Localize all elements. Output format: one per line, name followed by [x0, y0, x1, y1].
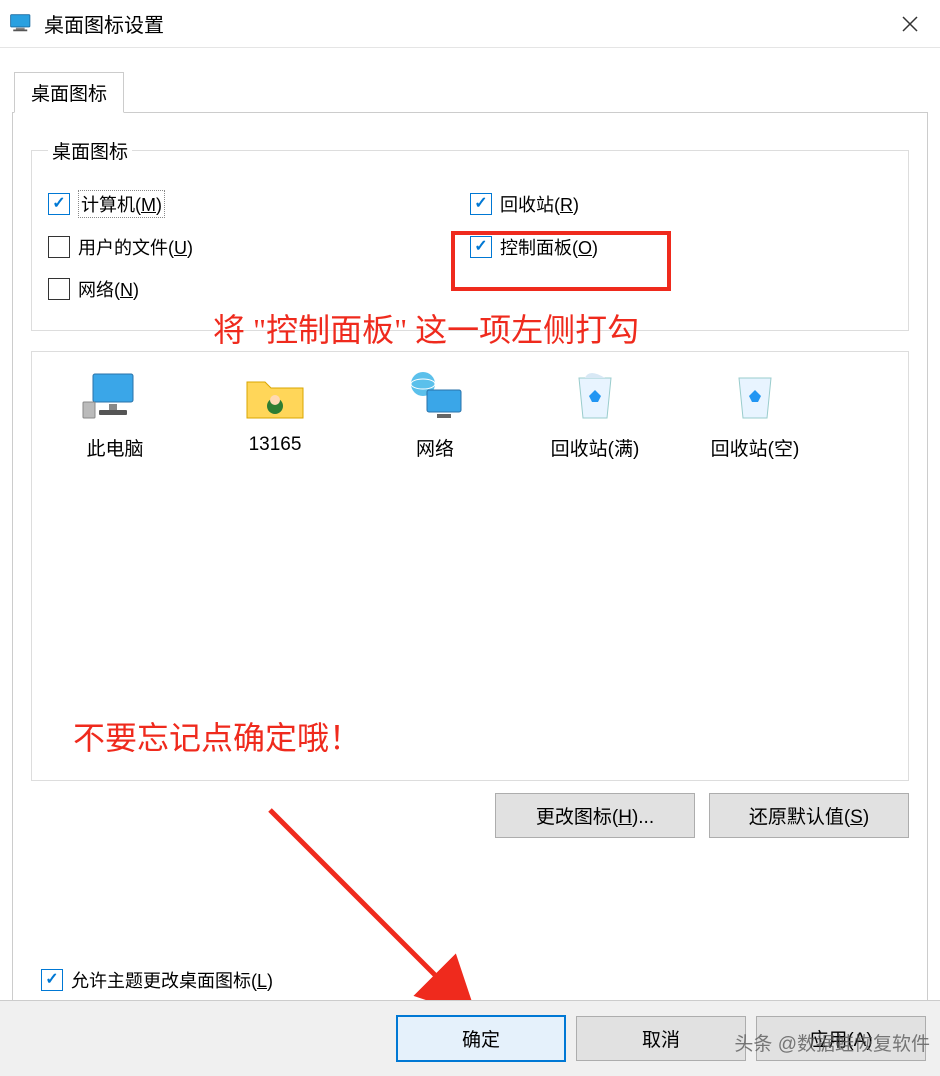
tabstrip: 桌面图标 — [14, 72, 940, 113]
icon-label: 13165 — [200, 434, 350, 456]
change-icon-button[interactable]: 更改图标(H)... — [495, 793, 695, 838]
cancel-button[interactable]: 取消 — [576, 1016, 746, 1061]
checkbox-icon — [41, 969, 63, 991]
checkbox-icon — [48, 278, 70, 300]
restore-defaults-button[interactable]: 还原默认值(S) — [709, 793, 909, 838]
icon-label: 网络 — [360, 434, 510, 461]
checkbox-label: 控制面板(O) — [500, 234, 598, 260]
close-button[interactable] — [880, 0, 940, 48]
checkbox-network[interactable]: 网络(N) — [48, 272, 470, 306]
checkbox-allow-themes[interactable]: 允许主题更改桌面图标(L) — [41, 967, 273, 993]
dialog-footer: 确定 取消 应用(A) — [0, 1000, 940, 1076]
recycle-full-icon — [559, 368, 631, 424]
icon-item-thispc[interactable]: 此电脑 — [40, 368, 190, 461]
icon-label: 回收站(空) — [680, 434, 830, 461]
checkbox-user-files[interactable]: 用户的文件(U) — [48, 230, 470, 264]
close-icon — [901, 15, 919, 33]
thispc-icon — [79, 368, 151, 424]
checkbox-computer[interactable]: 计算机(M) — [48, 186, 470, 222]
ok-button[interactable]: 确定 — [396, 1015, 566, 1062]
app-icon — [8, 12, 36, 36]
user-folder-icon — [239, 368, 311, 424]
checkbox-recycle-bin[interactable]: 回收站(R) — [470, 186, 892, 222]
checkbox-label: 网络(N) — [78, 276, 139, 302]
checkbox-icon — [470, 236, 492, 258]
titlebar: 桌面图标设置 — [0, 0, 940, 48]
icon-label: 此电脑 — [40, 434, 190, 461]
tab-panel: 桌面图标 计算机(M) 回收站(R) 用户的文件(U) — [12, 112, 928, 1012]
icon-button-row: 更改图标(H)... 还原默认值(S) — [31, 793, 909, 838]
checkbox-icon — [48, 236, 70, 258]
checkbox-label: 允许主题更改桌面图标(L) — [71, 967, 273, 993]
checkbox-icon — [470, 193, 492, 215]
checkbox-control-panel[interactable]: 控制面板(O) — [470, 230, 892, 264]
apply-button[interactable]: 应用(A) — [756, 1016, 926, 1061]
checkbox-icon — [48, 193, 70, 215]
icon-preview-grid: 此电脑 13165 网络 — [31, 351, 909, 781]
icon-item-network[interactable]: 网络 — [360, 368, 510, 461]
icon-label: 回收站(满) — [520, 434, 670, 461]
group-desktop-icons: 桌面图标 计算机(M) 回收站(R) 用户的文件(U) — [31, 137, 909, 331]
icon-item-user[interactable]: 13165 — [200, 368, 350, 456]
recycle-empty-icon — [719, 368, 791, 424]
group-legend: 桌面图标 — [48, 137, 132, 164]
network-icon — [399, 368, 471, 424]
window-title: 桌面图标设置 — [44, 9, 880, 38]
icon-item-recycle-full[interactable]: 回收站(满) — [520, 368, 670, 461]
checkbox-label: 用户的文件(U) — [78, 234, 193, 260]
icon-item-recycle-empty[interactable]: 回收站(空) — [680, 368, 830, 461]
checkbox-label: 回收站(R) — [500, 191, 579, 217]
tab-desktop-icons[interactable]: 桌面图标 — [14, 72, 124, 113]
checkbox-label: 计算机(M) — [78, 190, 165, 218]
